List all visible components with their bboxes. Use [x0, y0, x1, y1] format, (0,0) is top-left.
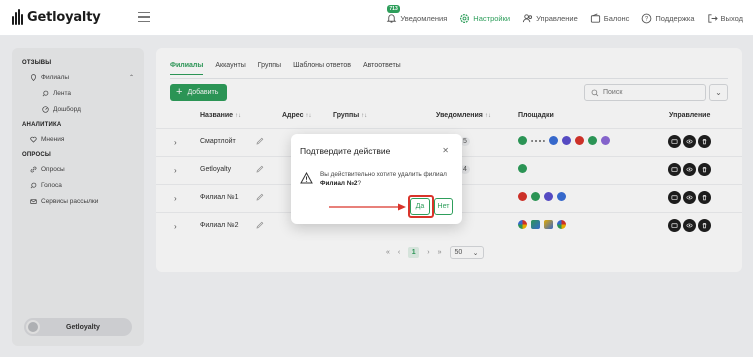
logo[interactable]: Getloyalty [12, 9, 101, 25]
nav-notifications-label: Уведомления [400, 13, 448, 23]
nav-settings-label: Настройки [473, 13, 511, 23]
gear-icon [460, 13, 470, 23]
wallet-icon [590, 12, 600, 23]
notifications-badge: 713 [387, 4, 400, 13]
dialog-message: Вы действительно хотите удалить филиал Ф… [320, 171, 447, 187]
help-icon: ? [642, 13, 652, 23]
nav-management-label: Управление [536, 13, 578, 23]
top-navigation: 713 Уведомления Настройки Управление Бал… [386, 0, 743, 36]
nav-support-label: Поддержка [655, 13, 695, 23]
annotation-highlight [408, 195, 434, 218]
menu-toggle-icon[interactable] [138, 12, 150, 22]
logo-text: Getloyalty [27, 9, 101, 25]
annotation-arrow [329, 203, 406, 211]
logo-icon [12, 9, 23, 25]
nav-notifications[interactable]: 713 Уведомления [386, 4, 448, 24]
dialog-target: Филиал №2 [320, 180, 358, 187]
logout-icon [707, 13, 718, 23]
svg-text:?: ? [645, 16, 649, 22]
warning-icon [300, 172, 313, 184]
dialog-title: Подтвердите действие [300, 146, 391, 156]
nav-balance-label: Балонс [603, 13, 630, 23]
nav-logout-label: Выход [720, 13, 743, 23]
top-bar: Getloyalty 713 Уведомления Настройки Упр… [0, 0, 753, 36]
nav-balance[interactable]: Балонс [590, 12, 630, 24]
nav-management[interactable]: Управление [522, 13, 578, 24]
bell-icon [387, 13, 397, 23]
nav-settings[interactable]: Настройки [459, 13, 510, 24]
confirm-no-button[interactable]: Нет [434, 198, 453, 215]
close-icon[interactable]: ✕ [442, 146, 449, 155]
nav-logout[interactable]: Выход [707, 13, 743, 24]
users-icon [522, 13, 533, 22]
nav-support[interactable]: ? Поддержка [641, 13, 695, 24]
